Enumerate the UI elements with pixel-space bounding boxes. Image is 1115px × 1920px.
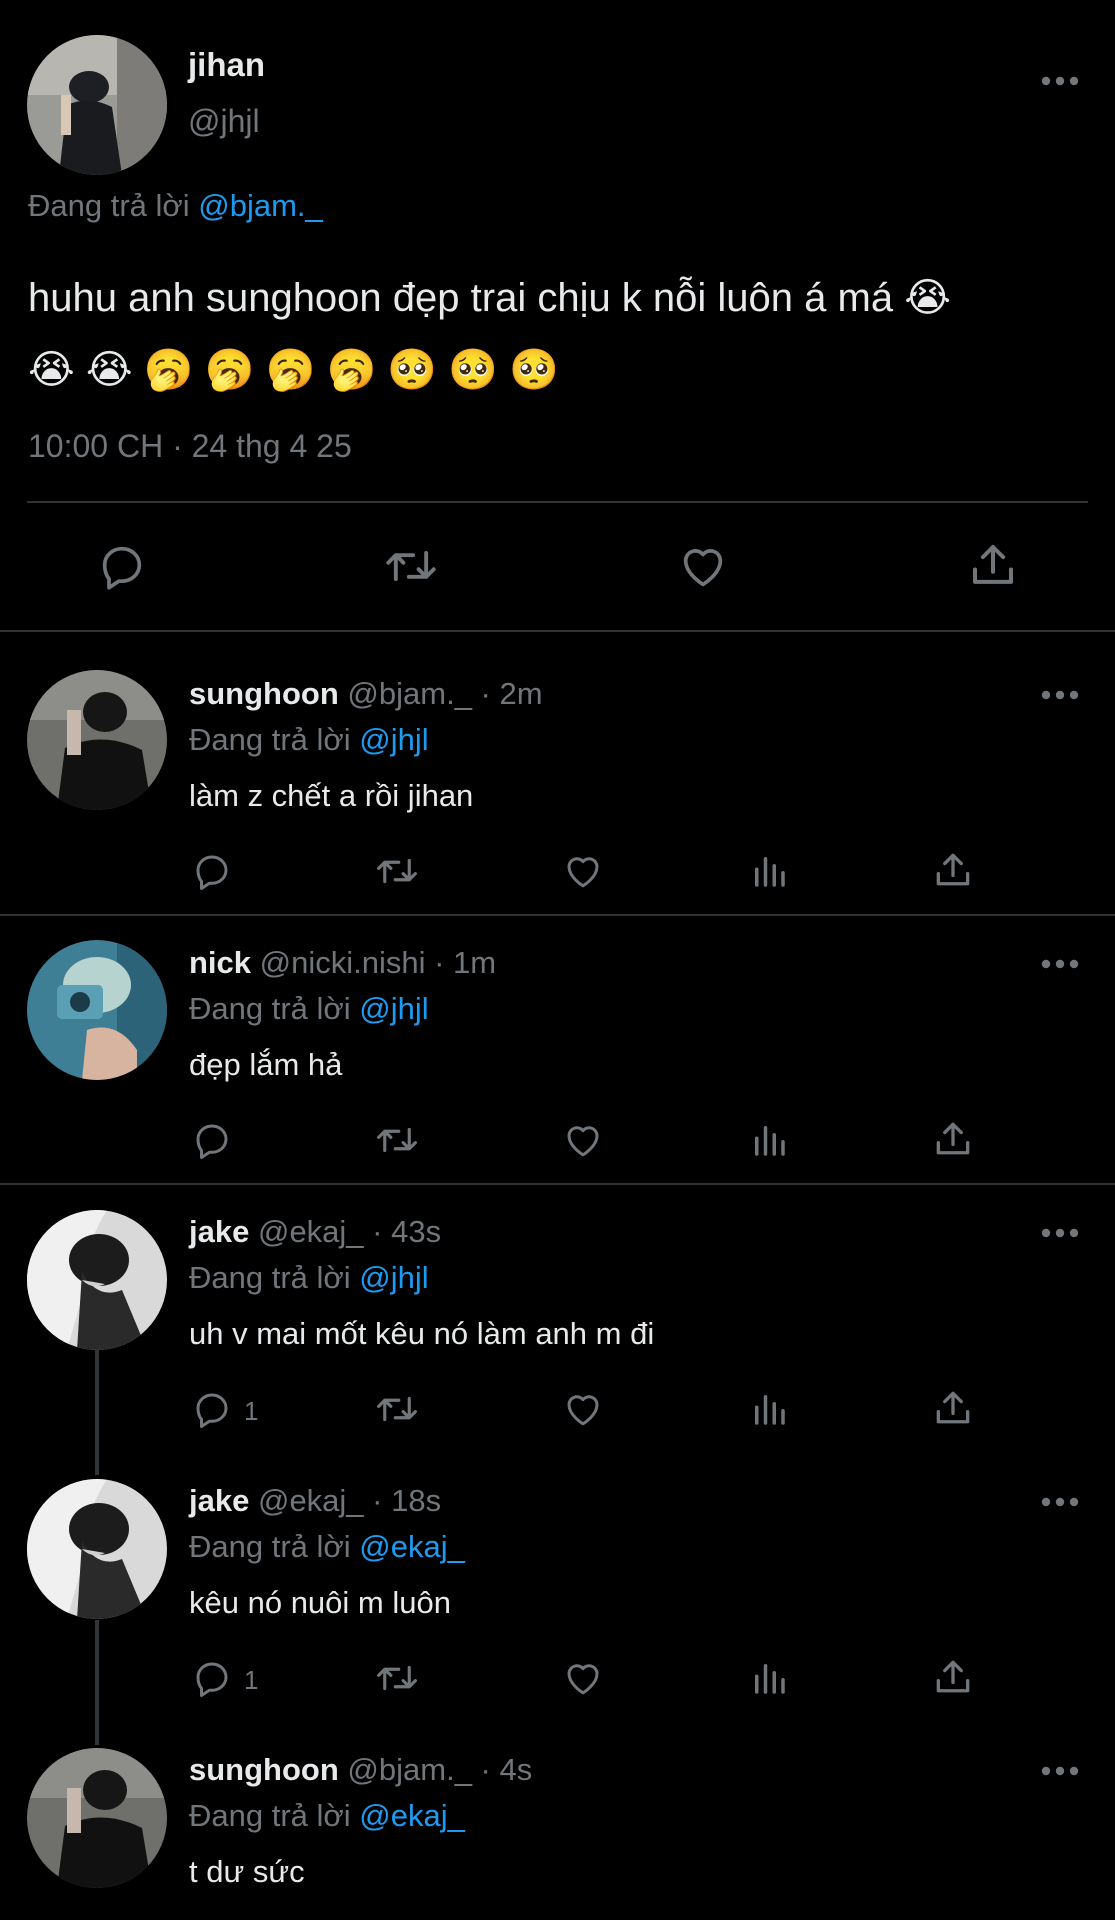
replying-label: Đang trả lời bbox=[189, 1529, 351, 1564]
share-icon[interactable] bbox=[931, 1655, 975, 1699]
replying-to-line: Đang trả lời @bjam._ bbox=[28, 188, 323, 224]
like-icon[interactable] bbox=[561, 1657, 605, 1699]
author-name[interactable]: jake bbox=[189, 1214, 249, 1249]
like-icon[interactable] bbox=[676, 540, 730, 592]
reply-text: t dư sức bbox=[189, 1854, 305, 1889]
replying-mention[interactable]: @jhjl bbox=[359, 722, 428, 757]
replying-to-line: Đang trả lời @jhjl bbox=[189, 1260, 429, 1296]
retweet-icon[interactable] bbox=[382, 540, 440, 592]
avatar-jihan[interactable] bbox=[27, 35, 167, 175]
replying-mention[interactable]: @ekaj_ bbox=[359, 1529, 465, 1564]
reply-text: uh v mai mốt kêu nó làm anh m đi bbox=[189, 1316, 655, 1351]
reply-header: sunghoon @bjam._ · 2m bbox=[189, 676, 543, 712]
reply-icon[interactable] bbox=[96, 540, 148, 592]
tweet-text-line: huhu anh sunghoon đẹp trai chịu k nỗi lu… bbox=[28, 276, 951, 320]
reply-icon[interactable] bbox=[191, 1119, 233, 1161]
reply-text: kêu nó nuôi m luôn bbox=[189, 1585, 451, 1620]
avatar-sunghoon[interactable] bbox=[27, 1748, 167, 1888]
reply-text: làm z chết a rồi jihan bbox=[189, 778, 474, 813]
retweet-icon[interactable] bbox=[373, 850, 421, 892]
more-options-icon[interactable] bbox=[1040, 1226, 1080, 1240]
reply-header: nick @nicki.nishi · 1m bbox=[189, 945, 496, 981]
tweet-emoji-line: 😭 😭 🥱 🥱 🥱 🥱 🥺 🥺 🥺 bbox=[28, 348, 560, 392]
author-name[interactable]: jake bbox=[189, 1483, 249, 1518]
reply-icon[interactable] bbox=[191, 850, 233, 892]
more-options-icon[interactable] bbox=[1040, 957, 1080, 971]
replying-mention[interactable]: @ekaj_ bbox=[359, 1798, 465, 1833]
share-icon[interactable] bbox=[931, 848, 975, 892]
author-name[interactable]: sunghoon bbox=[189, 1752, 339, 1787]
replying-label: Đang trả lời bbox=[189, 1798, 351, 1833]
share-icon[interactable] bbox=[966, 538, 1020, 592]
tweet-text: huhu anh sunghoon đẹp trai chịu k nỗi lu… bbox=[28, 262, 1098, 406]
author-meta: @ekaj_ · 18s bbox=[257, 1483, 442, 1518]
thread-line bbox=[95, 1350, 99, 1475]
replying-label: Đang trả lời bbox=[189, 1260, 351, 1295]
replying-to-line: Đang trả lời @ekaj_ bbox=[189, 1798, 465, 1834]
replying-to-line: Đang trả lời @jhjl bbox=[189, 722, 429, 758]
reply-icon[interactable] bbox=[191, 1388, 233, 1430]
reply-header: jake @ekaj_ · 18s bbox=[189, 1483, 441, 1519]
author-name[interactable]: sunghoon bbox=[189, 676, 339, 711]
replying-label: Đang trả lời bbox=[189, 991, 351, 1026]
divider bbox=[0, 630, 1115, 632]
retweet-icon[interactable] bbox=[373, 1388, 421, 1430]
more-options-icon[interactable] bbox=[1040, 1764, 1080, 1778]
author-name[interactable]: jihan bbox=[188, 46, 265, 84]
views-icon[interactable] bbox=[748, 1388, 790, 1430]
replying-mention[interactable]: @bjam._ bbox=[198, 188, 323, 223]
retweet-icon[interactable] bbox=[373, 1119, 421, 1161]
share-icon[interactable] bbox=[931, 1386, 975, 1430]
replying-label: Đang trả lời bbox=[28, 188, 190, 223]
like-icon[interactable] bbox=[561, 1388, 605, 1430]
more-options-icon[interactable] bbox=[1040, 1495, 1080, 1509]
divider bbox=[0, 1183, 1115, 1185]
replying-label: Đang trả lời bbox=[189, 722, 351, 757]
reply-icon[interactable] bbox=[191, 1657, 233, 1699]
reply-text: đẹp lắm hả bbox=[189, 1047, 343, 1082]
reply-count: 1 bbox=[244, 1396, 259, 1426]
views-icon[interactable] bbox=[748, 1657, 790, 1699]
views-icon[interactable] bbox=[748, 850, 790, 892]
replying-to-line: Đang trả lời @jhjl bbox=[189, 991, 429, 1027]
avatar-jake[interactable] bbox=[27, 1210, 167, 1350]
reply-header: sunghoon @bjam._ · 4s bbox=[189, 1752, 532, 1788]
author-name[interactable]: nick bbox=[189, 945, 251, 980]
divider bbox=[0, 914, 1115, 916]
replying-mention[interactable]: @jhjl bbox=[359, 1260, 428, 1295]
author-handle[interactable]: @jhjl bbox=[188, 103, 260, 140]
replying-mention[interactable]: @jhjl bbox=[359, 991, 428, 1026]
author-meta: @bjam._ · 2m bbox=[347, 676, 543, 711]
avatar-jake[interactable] bbox=[27, 1479, 167, 1619]
author-meta: @nicki.nishi · 1m bbox=[259, 945, 497, 980]
more-options-icon[interactable] bbox=[1040, 74, 1080, 88]
like-icon[interactable] bbox=[561, 850, 605, 892]
reply-header: jake @ekaj_ · 43s bbox=[189, 1214, 441, 1250]
retweet-icon[interactable] bbox=[373, 1657, 421, 1699]
like-icon[interactable] bbox=[561, 1119, 605, 1161]
author-meta: @bjam._ · 4s bbox=[347, 1752, 533, 1787]
replying-to-line: Đang trả lời @ekaj_ bbox=[189, 1529, 465, 1565]
share-icon[interactable] bbox=[931, 1117, 975, 1161]
avatar-nick[interactable] bbox=[27, 940, 167, 1080]
divider bbox=[27, 501, 1088, 503]
tweet-timestamp: 10:00 CH · 24 thg 4 25 bbox=[28, 428, 352, 464]
thread-line bbox=[95, 1620, 99, 1745]
avatar-sunghoon[interactable] bbox=[27, 670, 167, 810]
author-meta: @ekaj_ · 43s bbox=[257, 1214, 442, 1249]
reply-count: 1 bbox=[244, 1665, 259, 1695]
views-icon[interactable] bbox=[748, 1119, 790, 1161]
more-options-icon[interactable] bbox=[1040, 688, 1080, 702]
